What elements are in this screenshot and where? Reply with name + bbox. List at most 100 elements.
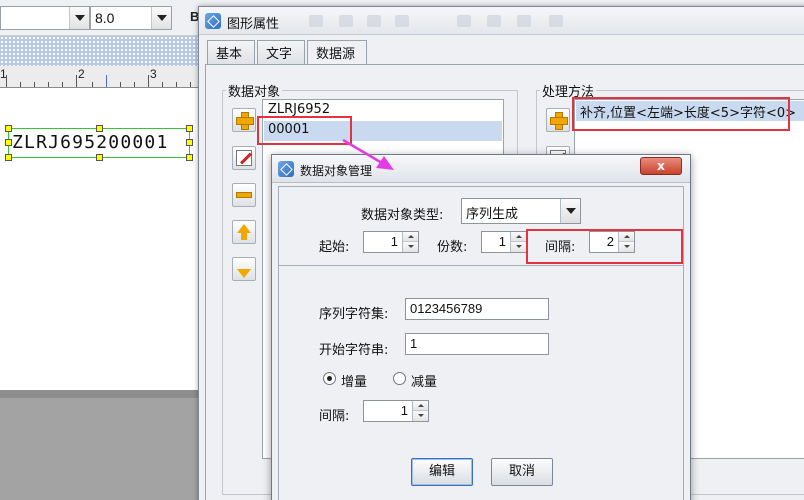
toolbar-icon — [517, 15, 531, 27]
step-label: 间隔: — [319, 409, 350, 424]
plus-icon — [550, 112, 568, 130]
ruler-mark: 3 — [150, 67, 157, 81]
decrement-radio[interactable] — [393, 372, 406, 385]
arrow-up-icon — [237, 224, 251, 233]
ruler-cursor-marker — [106, 75, 107, 87]
ruler-tick — [76, 75, 77, 87]
highlight-frame — [526, 229, 683, 264]
start-string-input[interactable]: 1 — [405, 333, 549, 355]
toolbar-icon — [487, 15, 501, 27]
font-name-combo[interactable] — [0, 6, 90, 30]
data-object-manager-dialog: 数据对象管理 x 数据对象类型: 序列生成 起始: 1 份数: 1 间隔: 2 … — [271, 154, 691, 500]
copies-label: 份数: — [437, 240, 468, 255]
ruler-tick — [190, 82, 191, 87]
spin-up-icon[interactable] — [403, 232, 418, 242]
tab-label: 文字 — [266, 47, 293, 62]
chevron-down-icon — [156, 15, 167, 21]
tab-label: 基本 — [216, 47, 243, 62]
font-size-value: 8.0 — [95, 10, 115, 26]
data-objects-title: 数据对象 — [226, 81, 283, 100]
ruler-tick — [62, 82, 63, 87]
resize-handle[interactable] — [96, 125, 103, 132]
edit-data-object-button[interactable] — [232, 146, 256, 170]
move-down-button[interactable] — [232, 257, 256, 281]
ruler-mark: 1 — [0, 67, 7, 81]
spin-up-icon[interactable] — [511, 232, 526, 242]
dialog-title: 图形属性 — [227, 17, 280, 32]
spin-down-icon[interactable] — [403, 242, 418, 252]
resize-handle[interactable] — [5, 154, 12, 161]
dialog-titlebar[interactable]: 数据对象管理 x — [272, 155, 690, 183]
spin-down-icon[interactable] — [413, 411, 428, 421]
step-value: 1 — [400, 403, 408, 418]
canvas-background — [0, 390, 200, 500]
spin-down-icon[interactable] — [511, 242, 526, 252]
ruler-tick — [48, 82, 49, 87]
ruler-tick — [162, 82, 163, 87]
toolbar-icon — [457, 15, 471, 27]
tab-text[interactable]: 文字 — [257, 40, 305, 64]
toolbar-icon — [395, 15, 409, 27]
highlight-frame — [572, 97, 790, 131]
arrow-down-icon — [237, 269, 251, 278]
spin-up-icon[interactable] — [413, 401, 428, 411]
app-icon — [205, 13, 221, 29]
add-data-object-button[interactable] — [232, 108, 256, 132]
separator — [279, 265, 683, 266]
font-size-dropdown[interactable] — [151, 7, 171, 29]
copies-value: 1 — [498, 234, 506, 249]
add-processing-button[interactable] — [546, 108, 570, 132]
type-value: 序列生成 — [466, 207, 519, 222]
dialog-title: 数据对象管理 — [300, 164, 373, 178]
type-dropdown[interactable] — [560, 199, 580, 223]
highlight-frame — [257, 116, 352, 145]
resize-handle[interactable] — [186, 154, 193, 161]
ruler-tick — [120, 82, 121, 87]
canvas-scrollbar[interactable] — [0, 390, 200, 398]
font-name-dropdown[interactable] — [69, 7, 89, 29]
resize-handle[interactable] — [96, 154, 103, 161]
workspace-strip — [0, 36, 200, 66]
remove-data-object-button[interactable] — [232, 183, 256, 207]
decrement-label[interactable]: 减量 — [411, 371, 437, 390]
start-value: 1 — [390, 234, 398, 249]
resize-handle[interactable] — [5, 139, 12, 146]
resize-handle[interactable] — [5, 125, 12, 132]
move-up-button[interactable] — [232, 220, 256, 244]
ruler-tick — [92, 82, 93, 87]
cancel-button[interactable]: 取消 — [491, 458, 553, 486]
close-icon: x — [657, 159, 665, 173]
horizontal-ruler: 1 2 3 — [0, 66, 200, 88]
type-select[interactable]: 序列生成 — [461, 198, 581, 224]
toolbar-icon — [309, 15, 323, 27]
ruler-mark: 2 — [78, 67, 85, 81]
font-size-combo[interactable]: 8.0 — [90, 6, 172, 30]
increment-label[interactable]: 增量 — [341, 371, 367, 390]
increment-radio[interactable] — [323, 372, 336, 385]
tab-basic[interactable]: 基本 — [207, 40, 255, 64]
app-icon — [278, 161, 294, 177]
ruler-tick — [176, 82, 177, 87]
step-spinner[interactable]: 1 — [363, 400, 429, 422]
ruler-tick — [134, 82, 135, 87]
edit-button[interactable]: 编辑 — [411, 458, 473, 486]
ruler-tick — [34, 82, 35, 87]
toolbar-icon — [339, 15, 353, 27]
arrow-stem — [241, 233, 247, 240]
resize-handle[interactable] — [186, 125, 193, 132]
toolbar-icon — [367, 15, 381, 27]
copies-spinner[interactable]: 1 — [481, 231, 527, 253]
charset-label: 序列字符集: — [319, 307, 389, 322]
close-button[interactable]: x — [640, 157, 682, 175]
tab-data-source[interactable]: 数据源 — [307, 40, 367, 66]
start-string-label: 开始字符串: — [319, 343, 389, 358]
plus-icon — [236, 112, 254, 130]
dialog-titlebar[interactable]: 图形属性 — [199, 7, 804, 35]
charset-input[interactable]: 0123456789 — [405, 298, 549, 320]
start-spinner[interactable]: 1 — [363, 231, 419, 253]
edit-icon — [236, 150, 252, 166]
resize-handle[interactable] — [186, 139, 193, 146]
ruler-tick — [20, 82, 21, 87]
chevron-down-icon — [565, 208, 576, 214]
tab-label: 数据源 — [316, 47, 356, 62]
